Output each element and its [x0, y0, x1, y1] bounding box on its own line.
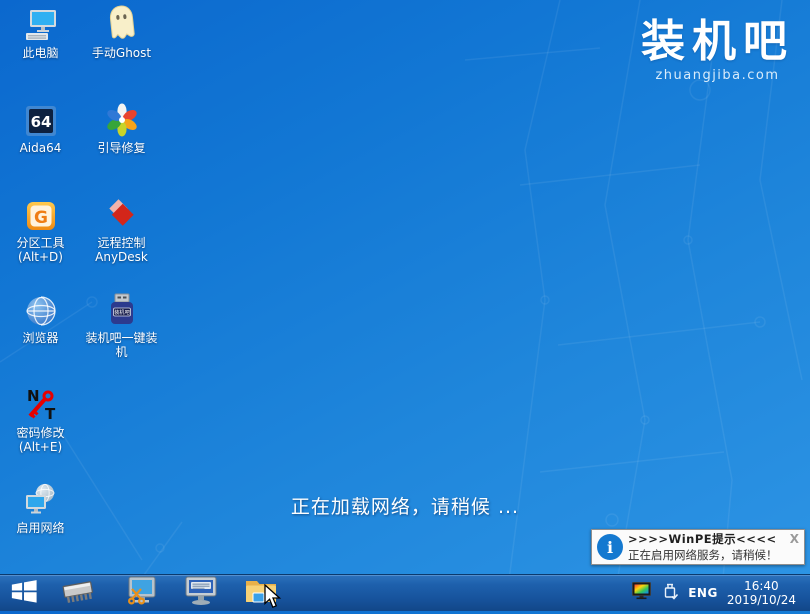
- taskbar-clock[interactable]: 16:40 2019/10/24: [727, 579, 796, 607]
- brand-logo: 装机吧 zhuangjiba.com: [641, 16, 794, 83]
- winpe-desktop: { "brand": { "logo_text": "装机吧", "websit…: [0, 0, 810, 611]
- desktop-icon-browser[interactable]: 浏览器: [1, 290, 81, 385]
- icon-label: 浏览器: [22, 331, 59, 345]
- toast-title: >>>>WinPE提示<<<<: [628, 532, 777, 546]
- loading-message: 正在加载网络，请稍候 ...: [290, 496, 520, 518]
- icon-label: 分区工具 (Alt+D): [16, 236, 65, 264]
- icon-label: 引导修复: [97, 141, 146, 155]
- pinwheel-flower-icon: [104, 100, 140, 138]
- ram-chip-icon: [59, 576, 97, 610]
- icon-label: 密码修改 (Alt+E): [16, 426, 65, 454]
- tray-date: 2019/10/24: [726, 593, 796, 607]
- usb-label-glyph: 装机吧: [114, 308, 130, 316]
- taskbar-pe-tools-button[interactable]: [178, 576, 222, 610]
- icon-label: 手动Ghost: [91, 46, 152, 60]
- brand-website: zhuangjiba.com: [655, 68, 780, 83]
- desktop-icon-boot-repair[interactable]: 引导修复: [82, 100, 162, 195]
- anydesk-diamond-icon: [104, 195, 140, 233]
- icon-label: 此电脑: [22, 46, 59, 60]
- nt-n-glyph: N: [27, 387, 40, 405]
- desktop-icon-aida64[interactable]: 64 Aida64: [1, 100, 81, 195]
- diskgenius-icon: G: [24, 195, 58, 233]
- desktop-icon-partition-tool[interactable]: G 分区工具 (Alt+D): [1, 195, 81, 290]
- toast-close-button[interactable]: X: [786, 532, 799, 546]
- taskbar-screenshot-button[interactable]: [122, 576, 162, 610]
- windows-logo-icon: [9, 577, 39, 609]
- display-settings-tray-icon[interactable]: [631, 581, 652, 605]
- nt-t-glyph: T: [45, 405, 56, 423]
- keyboard-monitor-icon: [180, 575, 220, 611]
- computer-icon: [23, 5, 59, 43]
- diskgenius-glyph: G: [34, 208, 48, 228]
- globe-icon: [24, 290, 58, 328]
- tray-time: 16:40: [744, 579, 779, 593]
- taskbar-explorer-button[interactable]: [240, 576, 282, 610]
- folder-icon: [243, 576, 279, 610]
- desktop-icon-anydesk[interactable]: 远程控制 AnyDesk: [82, 195, 162, 290]
- icon-label: 启用网络: [16, 521, 65, 535]
- language-indicator[interactable]: ENG: [688, 586, 718, 600]
- brand-logo-text: 装机吧: [641, 16, 794, 67]
- icon-label: 远程控制 AnyDesk: [95, 236, 148, 264]
- taskbar: ENG 16:40 2019/10/24: [0, 574, 810, 611]
- aida64-icon: 64: [24, 100, 58, 138]
- icon-label: Aida64: [19, 141, 62, 155]
- taskbar-ram-tool-button[interactable]: [58, 576, 98, 610]
- icon-label: 装机吧一键装机: [85, 331, 158, 359]
- info-icon: i: [597, 534, 623, 560]
- desktop-icon-password-reset[interactable]: N T 密码修改 (Alt+E): [1, 385, 81, 480]
- start-button[interactable]: [2, 576, 46, 610]
- ghost-icon: [103, 5, 141, 43]
- system-tray: ENG 16:40 2019/10/24: [631, 579, 810, 607]
- toast-message: 正在启用网络服务，请稍候！: [628, 548, 778, 562]
- desktop-icon-manual-ghost[interactable]: 手动Ghost: [82, 5, 162, 100]
- winpe-toast: i >>>>WinPE提示<<<< X 正在启用网络服务，请稍候！: [591, 529, 805, 565]
- usb-drive-icon: 装机吧: [105, 290, 139, 328]
- nt-password-key-icon: N T: [23, 385, 59, 423]
- desktop-icon-one-click-install[interactable]: 装机吧 装机吧一键装机: [82, 290, 162, 385]
- usb-device-tray-icon[interactable]: [661, 581, 679, 605]
- desktop-icon-this-pc[interactable]: 此电脑: [1, 5, 81, 100]
- desktop-icon-grid: 此电脑 手动Ghost 64 Aida64 引导修复 G 分区工具 (Alt+D…: [0, 5, 162, 575]
- toast-text: >>>>WinPE提示<<<< X 正在启用网络服务，请稍候！: [628, 531, 804, 563]
- aida64-glyph: 64: [30, 113, 51, 131]
- screenshot-monitor-icon: [124, 575, 160, 611]
